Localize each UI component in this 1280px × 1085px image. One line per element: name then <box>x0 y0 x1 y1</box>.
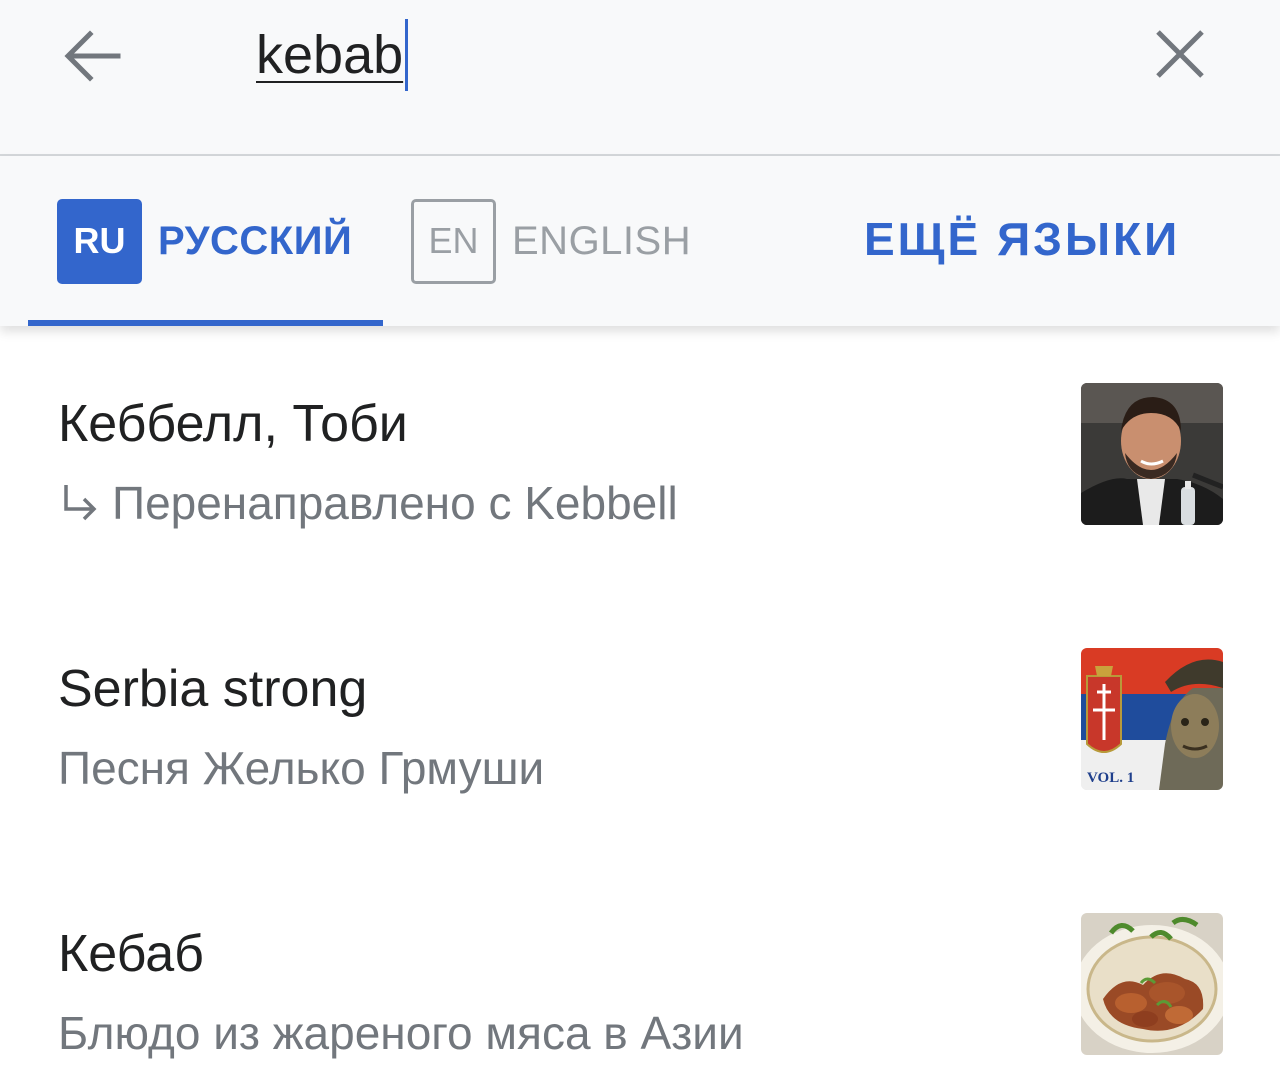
redirect-text: Перенаправлено с Kebbell <box>112 477 678 529</box>
text-cursor <box>405 19 409 91</box>
album-volume-text: VOL. 1 <box>1087 770 1134 786</box>
search-results-list: Кеббелл, Тоби Перенаправлено с Kebbell S… <box>0 326 1280 1085</box>
language-label: ENGLISH <box>512 218 692 263</box>
redirect-arrow-icon <box>58 481 102 525</box>
result-description: Перенаправлено с Kebbell <box>58 476 678 530</box>
album-cover-thumbnail: VOL. 1 <box>1081 648 1223 790</box>
person-thumbnail <box>1081 383 1223 525</box>
close-icon <box>1156 30 1204 78</box>
result-title: Serbia strong <box>58 660 368 718</box>
language-code-badge: EN <box>411 198 496 284</box>
list-item[interactable]: Кебаб Блюдо из жареного мяса в Азии <box>0 856 1280 1085</box>
language-label: РУССКИЙ <box>158 218 353 263</box>
more-languages-button[interactable]: ЕЩЁ ЯЗЫКИ <box>864 212 1180 266</box>
search-toolbar: kebab <box>0 0 1280 156</box>
result-title: Кеббелл, Тоби <box>58 395 408 453</box>
search-query-text[interactable]: kebab <box>256 22 403 88</box>
clear-search-button[interactable] <box>1144 18 1216 90</box>
search-input[interactable]: kebab <box>256 19 409 91</box>
arrow-left-icon <box>64 30 121 82</box>
tab-english[interactable]: EN ENGLISH <box>411 198 691 284</box>
result-title: Кебаб <box>58 925 204 983</box>
wikipedia-search-screen: kebab RU РУССКИЙ EN ENGLISH ЕЩЁ ЯЗЫКИ Ке… <box>0 0 1280 1085</box>
language-code-badge: RU <box>57 198 142 284</box>
list-item[interactable]: Serbia strong Песня Желько Грмуши VOL. 1 <box>0 591 1280 856</box>
back-button[interactable] <box>56 20 128 92</box>
language-tabs: RU РУССКИЙ EN ENGLISH ЕЩЁ ЯЗЫКИ <box>0 156 1280 326</box>
food-thumbnail <box>1081 913 1223 1055</box>
list-item[interactable]: Кеббелл, Тоби Перенаправлено с Kebbell <box>0 326 1280 591</box>
active-tab-indicator <box>28 320 383 326</box>
tab-russian[interactable]: RU РУССКИЙ <box>57 198 352 284</box>
result-description: Песня Желько Грмуши <box>58 742 545 794</box>
result-description: Блюдо из жареного мяса в Азии <box>58 1007 744 1059</box>
